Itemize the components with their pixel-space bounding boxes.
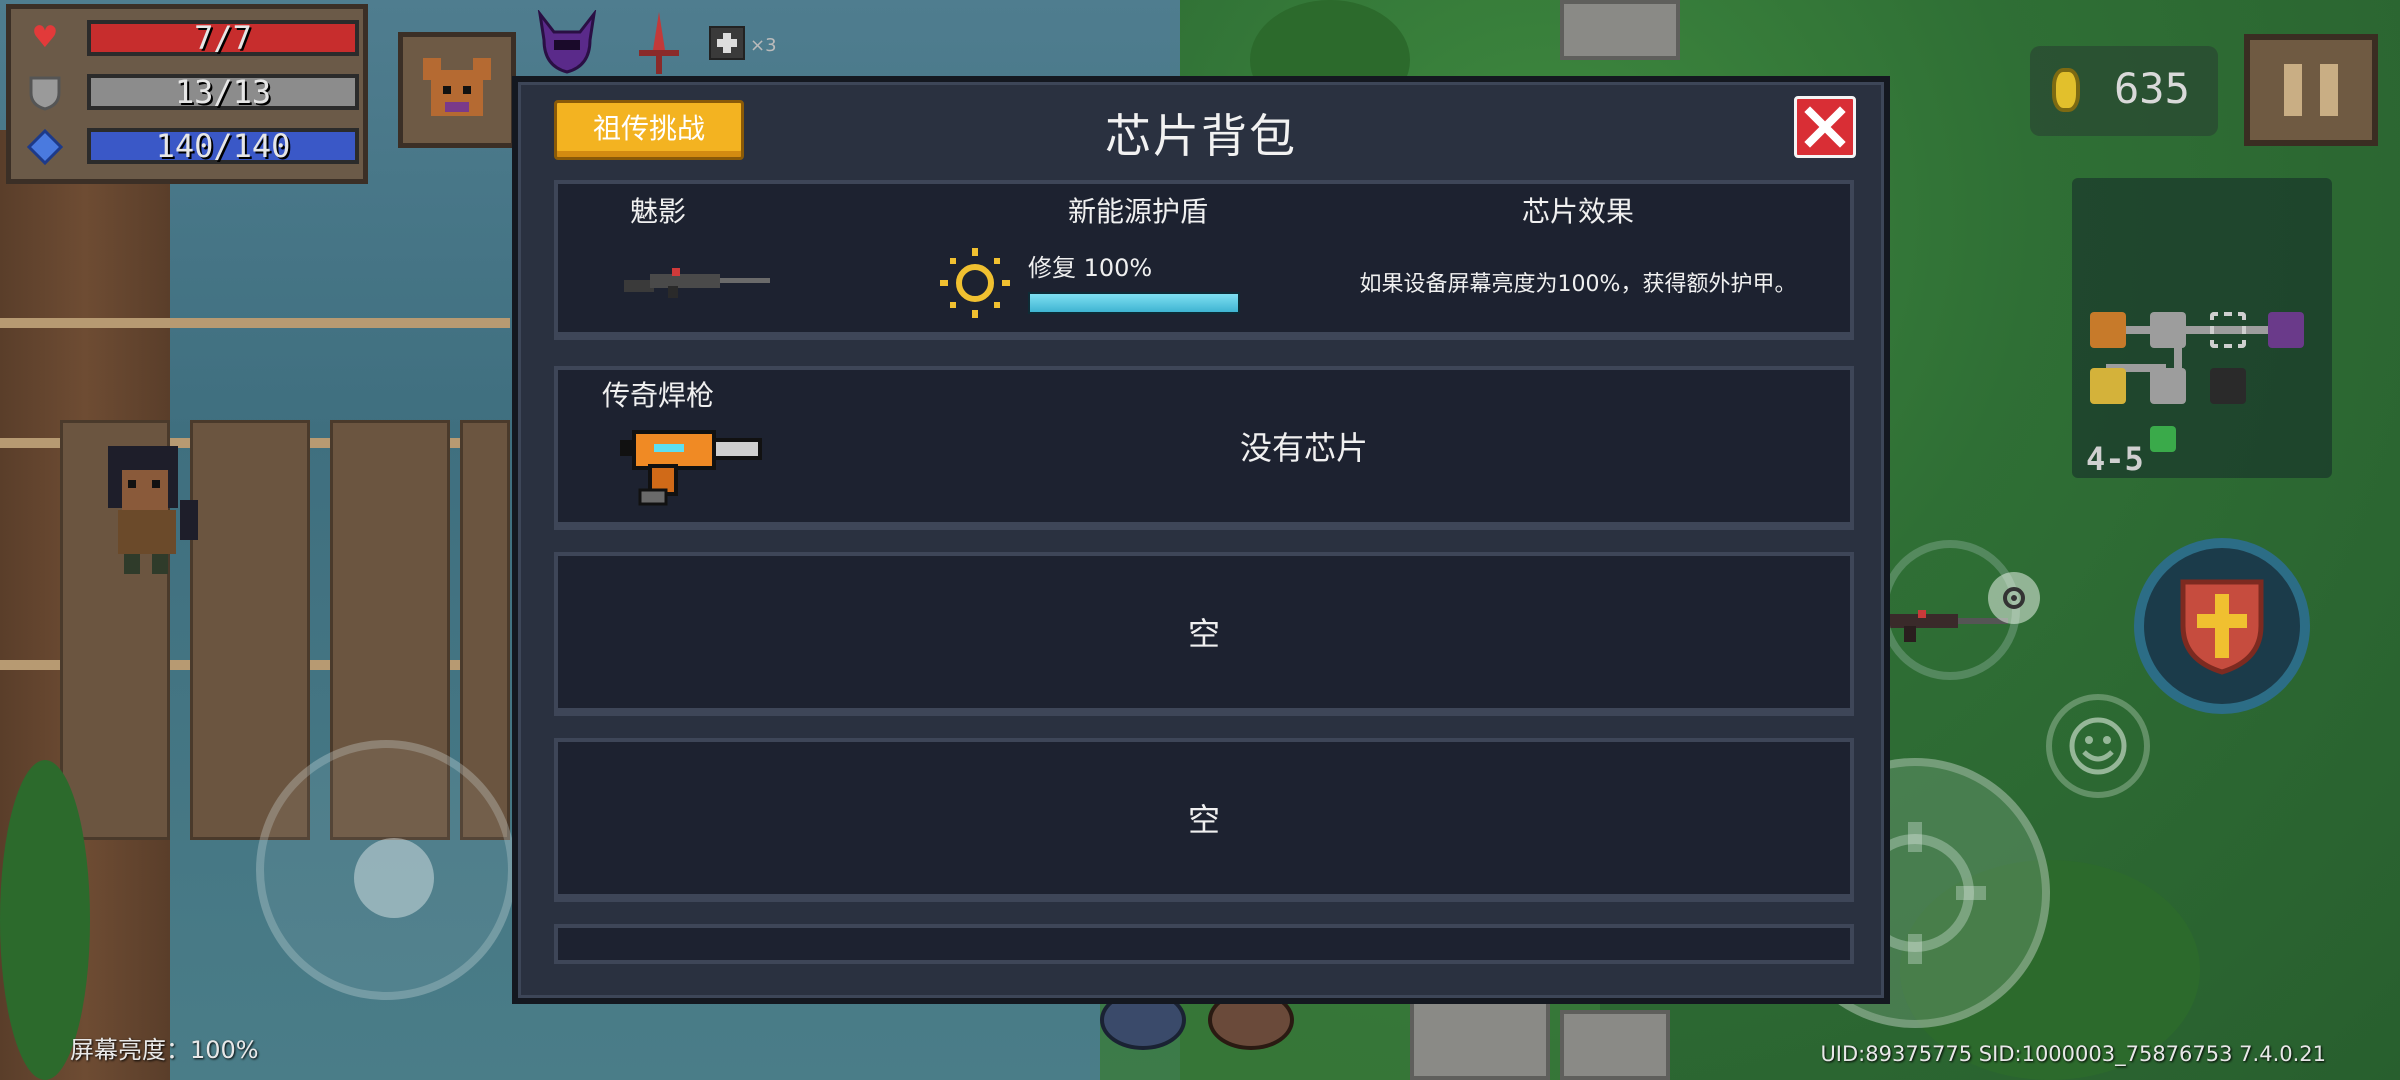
joystick-knob[interactable] — [354, 838, 434, 918]
chip-backpack-dialog: 芯片背包 祖传挑战 魅影 新能源护盾 修复 100% 芯片效果 如果设备屏幕亮度… — [512, 76, 1890, 1004]
heart-icon: ♥ — [31, 20, 59, 55]
gold-counter: 635 — [2030, 46, 2218, 136]
minimap-portal — [2150, 426, 2176, 452]
legacy-challenge-button[interactable]: 祖传挑战 — [554, 100, 744, 160]
minimap-room — [2150, 312, 2186, 348]
pause-button[interactable] — [2244, 34, 2378, 146]
smiley-icon — [2069, 717, 2127, 775]
minimap-chest-room — [2090, 312, 2126, 348]
minimap-level: 4-5 — [2086, 440, 2144, 478]
energy-text: 140/140 — [155, 127, 291, 165]
armor-bar: 13/13 — [87, 74, 359, 110]
chip-slot-4[interactable]: 空 — [554, 738, 1854, 902]
rock — [1560, 1010, 1670, 1080]
minimap-room — [2210, 368, 2246, 404]
gear-icon[interactable] — [1988, 572, 2040, 624]
bridge-rope — [0, 318, 510, 328]
repair-progress-bar — [1028, 292, 1240, 314]
uid-label: UID:89375775 SID:1000003_75876753 7.4.0.… — [1820, 1042, 2326, 1066]
health-row: ♥ 7/7 — [21, 17, 361, 59]
chip-slot-3[interactable]: 空 — [554, 552, 1854, 716]
chip-slot-2[interactable]: 传奇焊枪 没有芯片 — [554, 366, 1854, 530]
chip-slot-5[interactable] — [554, 924, 1854, 964]
player-character — [108, 446, 198, 574]
pet-icon — [423, 58, 491, 116]
no-chip-label: 没有芯片 — [1239, 429, 1368, 467]
health-text: 7/7 — [194, 19, 252, 57]
shield-cross-icon — [2180, 579, 2264, 675]
chip-name: 新能源护盾 — [1067, 195, 1208, 228]
minimap-boss-room — [2268, 312, 2304, 348]
minimap[interactable]: 4-5 — [2072, 178, 2332, 478]
pause-icon — [2284, 64, 2302, 116]
medkit-buff-icon: ×3 — [708, 8, 792, 78]
svg-text:×3: ×3 — [750, 35, 777, 56]
repair-progress-fill — [1030, 294, 1238, 312]
armor-text: 13/13 — [174, 73, 272, 111]
minimap-event-room — [2090, 368, 2126, 404]
energy-bar: 140/140 — [87, 128, 359, 164]
chip-slot-1[interactable]: 魅影 新能源护盾 修复 100% 芯片效果 如果设备屏幕亮度为100%，获得额外… — [554, 180, 1854, 340]
screen-brightness-label: 屏幕亮度：100% — [70, 1036, 259, 1064]
armor-row: 13/13 — [21, 71, 361, 113]
gold-value: 635 — [2114, 64, 2190, 113]
movement-joystick[interactable] — [256, 740, 516, 1000]
close-button[interactable] — [1794, 96, 1856, 158]
skill-button[interactable] — [2134, 538, 2310, 714]
pet-portrait[interactable] — [398, 32, 516, 148]
close-icon — [1804, 106, 1846, 148]
energy-row: 140/140 — [21, 125, 361, 167]
empty-slot-label: 空 — [1187, 615, 1220, 653]
health-bar: 7/7 — [87, 20, 359, 56]
weapon-name: 魅影 — [629, 195, 686, 228]
coin-icon — [2052, 68, 2080, 112]
emote-button[interactable] — [2046, 694, 2150, 798]
bridge-plank — [190, 420, 310, 840]
demon-helmet-buff-icon — [532, 8, 602, 78]
weapon-name: 传奇焊枪 — [601, 379, 714, 412]
player-stats-panel: ♥ 7/7 13/13 140/140 — [6, 4, 368, 184]
chip-effect-header: 芯片效果 — [1521, 195, 1634, 228]
minimap-room — [2150, 368, 2186, 404]
sun-chip-icon — [940, 248, 1010, 318]
chip-effect-text: 如果设备屏幕亮度为100%，获得额外护甲。 — [1359, 272, 1797, 297]
minimap-current-room — [2210, 312, 2246, 348]
rock — [1560, 0, 1680, 60]
repair-label: 修复 100% — [1028, 254, 1153, 282]
empty-slot-label: 空 — [1187, 801, 1220, 839]
energy-gem-icon — [25, 128, 65, 166]
red-sword-buff-icon — [624, 8, 694, 78]
phantom-rifle-icon — [624, 268, 770, 298]
legendary-welder-icon — [620, 430, 762, 506]
shield-icon — [25, 75, 65, 111]
